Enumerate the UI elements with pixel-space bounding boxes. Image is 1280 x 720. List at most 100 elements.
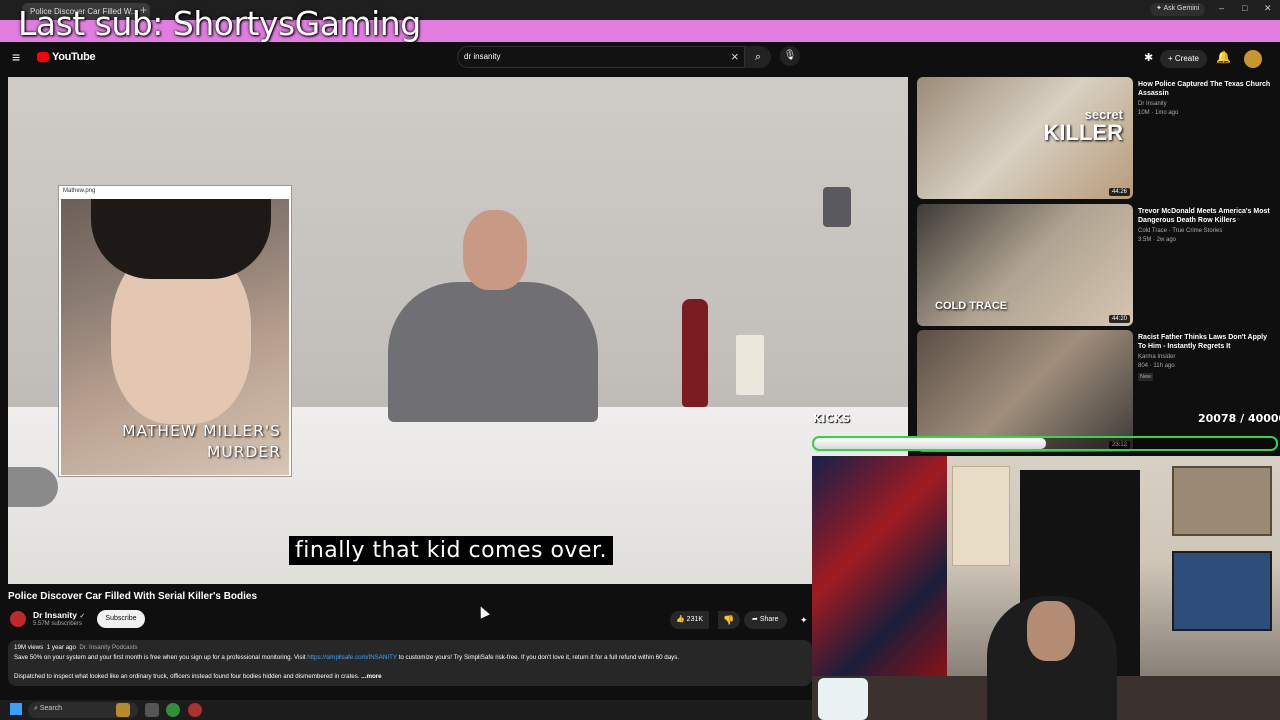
dislike-button[interactable]: 👎 [718,611,740,629]
paper-cup [736,335,764,395]
interviewee-head [463,210,527,290]
app-icon[interactable] [188,703,202,717]
table-lamp [8,467,58,507]
recommendation-channel[interactable]: Karma Insider [1138,354,1175,360]
description-meta: 19M views 1 year ago Dr. Insanity Podcas… [14,644,138,651]
account-avatar[interactable] [1244,50,1262,68]
description-line-1: Save 50% on your system and your first m… [14,654,679,661]
description-line-2: Dispatched to inspect what looked like a… [14,673,382,680]
recommendation-item[interactable]: 23:12 Racist Father Thinks Laws Don't Ap… [917,330,1277,452]
soda-bottle [682,299,708,407]
description-box[interactable]: 19M views 1 year ago Dr. Insanity Podcas… [8,640,812,686]
drink-cup [818,678,868,720]
victim-portrait: MATHEW MILLER'S MURDER [61,199,289,475]
thumbs-down-icon: 👎 [723,615,735,625]
wall-camera [823,187,851,227]
recommendation-channel[interactable]: Dr Insanity [1138,101,1167,107]
ask-gemini-label: Ask Gemini [1163,5,1200,12]
chrome-icon[interactable] [166,703,180,717]
channel-avatar[interactable] [10,611,26,627]
clear-search-icon[interactable]: × [731,49,739,64]
subscribe-button[interactable]: Subscribe [97,610,145,628]
cast-icon[interactable]: ✱ [1144,51,1153,64]
file-explorer-icon[interactable] [145,703,159,717]
recommendation-meta: 10M · 1mo ago [1138,110,1179,116]
widget-icon[interactable] [116,703,130,717]
ask-gemini-button[interactable]: ✦ Ask Gemini [1150,3,1206,16]
last-sub-overlay: Last sub: ShortysGaming [18,4,421,43]
recommendation-item[interactable]: COLD TRACE 44:20 Trevor McDonald Meets A… [917,204,1277,326]
channel-name[interactable]: Dr Insanity ✓ [33,610,85,620]
closed-caption: finally that kid comes over. [289,536,614,565]
inset-photo: Mathew.png MATHEW MILLER'S MURDER [58,185,292,477]
video-player[interactable]: Mathew.png MATHEW MILLER'S MURDER finall… [8,77,908,584]
create-button[interactable]: + Create [1160,50,1207,68]
recommendation-title[interactable]: Trevor McDonald Meets America's Most Dan… [1138,207,1274,225]
inset-caption-line1: MATHEW MILLER'S [122,422,281,440]
microphone-icon[interactable]: 🎙 [780,46,800,66]
goal-label: KICKS [813,412,851,425]
close-window-icon[interactable]: ✕ [1264,3,1272,14]
thumbnail-text: secret KILLER [1044,107,1123,144]
like-button[interactable]: 👍 231K [670,611,710,629]
recommendation-thumbnail[interactable]: 23:12 [917,330,1133,452]
video-title: Police Discover Car Filled With Serial K… [8,591,258,602]
view-count: 19M views [14,644,44,651]
mouse-cursor-icon [476,604,490,619]
like-count: 231K [686,616,704,623]
youtube-logo-icon[interactable] [37,52,49,62]
menu-icon[interactable]: ≡ [12,50,26,64]
recommendation-title[interactable]: Racist Father Thinks Laws Don't Apply To… [1138,333,1274,351]
description-text-pre: Save 50% on your system and your first m… [14,654,308,661]
interviewee-body [388,282,598,422]
maximize-icon[interactable]: □ [1242,3,1247,13]
plus-icon: + [1168,54,1175,63]
description-tag[interactable]: Dr. Insanity Podcasts [79,644,137,651]
channel-name-text: Dr Insanity [33,610,77,620]
recommendation-meta: 804 · 11h ago [1138,363,1175,369]
recommendation-thumbnail[interactable]: secret KILLER 44:26 [917,77,1133,199]
thumbs-up-icon: 👍 [676,616,687,623]
inset-filename: Mathew.png [63,188,96,194]
youtube-logo-text[interactable]: YouTube [52,51,96,63]
streamer-webcam [812,456,1280,720]
share-label: Share [759,616,779,623]
upload-age: 1 year ago [46,644,76,651]
sponsor-link[interactable]: https://simplisafe.com/INSANITY [307,654,397,661]
windows-taskbar: ⌕ Search [0,700,812,720]
recommendation-meta: 3.5M · 2w ago [1138,237,1177,243]
new-badge: New [1138,373,1154,381]
search-input[interactable]: dr insanity × [457,46,745,68]
subscriber-count: 5.57M subscribers [33,621,83,627]
boxing-poster [952,466,1010,566]
create-label: Create [1174,54,1199,63]
taskbar-search-label: Search [39,705,63,712]
goal-count: 20078 / 40000 [1198,412,1280,425]
inset-caption-line2: MURDER [207,443,281,461]
share-icon: ➦ [752,616,760,623]
description-text-post: to customize yours! Try SimpliSafe risk-… [396,654,680,661]
minimize-icon[interactable]: – [1219,3,1224,13]
wall-art [1172,551,1272,631]
search-value: dr insanity [464,52,501,61]
recommendation-item[interactable]: secret KILLER 44:26 How Police Captured … [917,77,1277,199]
show-more-link[interactable]: ...more [361,673,381,680]
duration-badge: 44:26 [1108,188,1130,196]
goal-progress-fill [814,438,1046,449]
recommendation-thumbnail[interactable]: COLD TRACE 44:20 [917,204,1133,326]
search-icon[interactable]: ⌕ [745,46,771,68]
windows-start-icon[interactable] [10,703,22,715]
recommendation-channel[interactable]: Cold Trace - True Crime Stories [1138,228,1222,234]
wall-tapestry [812,456,947,676]
inset-caption: MATHEW MILLER'S MURDER [101,421,281,463]
thumbnail-text-big: KILLER [1043,120,1123,145]
description-summary: Dispatched to inspect what looked like a… [14,673,362,680]
wall-art [1172,466,1272,536]
share-button[interactable]: ➦ Share [744,611,787,629]
verified-icon: ✓ [79,613,86,620]
duration-badge: 44:20 [1108,315,1130,323]
thumbnail-text: COLD TRACE [935,300,1008,312]
goal-progress-bar [812,436,1278,451]
notifications-bell-icon[interactable]: 🔔 [1216,50,1231,64]
recommendation-title[interactable]: How Police Captured The Texas Church Ass… [1138,80,1274,98]
